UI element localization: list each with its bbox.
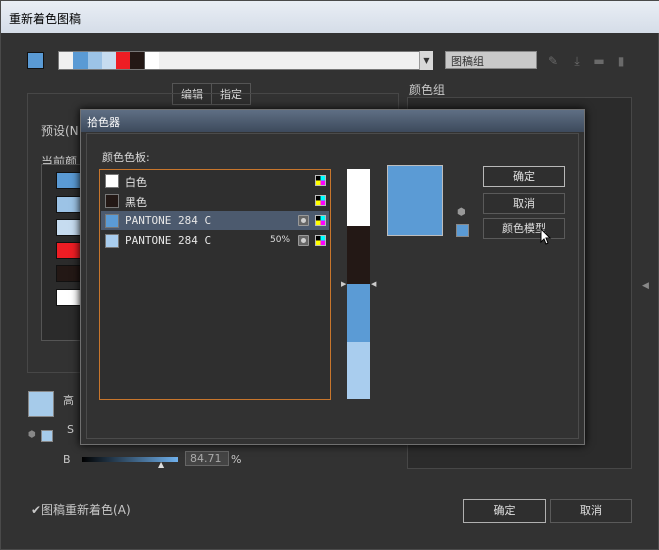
web-safe-swatch[interactable] bbox=[456, 224, 469, 237]
recolor-artwork-window: 重新着色图稿 ▼ 图稿组 ✎ ⤓ ▬ ▮ 编辑 指定 预设(N 当前颜 颜色组 ◀… bbox=[0, 0, 659, 550]
color-segment bbox=[88, 52, 102, 69]
color-segment bbox=[130, 52, 144, 69]
web-safe-swatch[interactable] bbox=[41, 430, 53, 442]
cmyk-icon bbox=[315, 235, 326, 246]
color-group-name-field[interactable]: 图稿组 bbox=[445, 51, 537, 69]
active-color-swatch[interactable] bbox=[27, 52, 44, 69]
tint-left-marker-icon[interactable]: ▶ bbox=[341, 280, 346, 288]
color-preview bbox=[387, 165, 443, 236]
color-groups-label: 颜色组 bbox=[409, 83, 446, 97]
color-segment bbox=[116, 52, 130, 69]
collapse-arrow-icon[interactable]: ◀ bbox=[642, 281, 649, 291]
swatch-name: 白色 bbox=[125, 176, 147, 189]
title-bar: 重新着色图稿 bbox=[1, 1, 659, 33]
ok-button[interactable]: 确定 bbox=[463, 499, 546, 523]
folder-icon[interactable]: ▬ bbox=[592, 54, 606, 68]
selected-color-swatch[interactable] bbox=[28, 391, 54, 417]
s-label: S bbox=[67, 423, 74, 436]
cube-icon: ⬢ bbox=[457, 207, 466, 218]
slider-thumb-icon[interactable]: ▲ bbox=[158, 460, 164, 469]
recolor-artwork-checkbox[interactable]: ✔图稿重新着色(A) bbox=[31, 501, 131, 518]
eyedropper-icon[interactable]: ✎ bbox=[546, 54, 560, 68]
window-title: 重新着色图稿 bbox=[9, 12, 82, 26]
cmyk-icon bbox=[315, 195, 326, 206]
color-tint-bar[interactable]: ▶ ◀ bbox=[341, 169, 376, 399]
swatch-chip bbox=[105, 194, 119, 208]
list-item-selected[interactable]: PANTONE 284 C bbox=[101, 211, 329, 230]
list-item[interactable]: 白色 bbox=[101, 171, 329, 190]
preset-label: 预设(N bbox=[41, 124, 79, 138]
tint-right-marker-icon[interactable]: ◀ bbox=[371, 280, 376, 288]
brightness-value-field[interactable]: 84.71 bbox=[185, 451, 229, 466]
color-picker-dialog: 拾色器 颜色色板: 白色 黑色 PANTONE 284 C PANTONE 28… bbox=[80, 109, 585, 445]
h-label: 高 bbox=[63, 394, 74, 407]
swatch-name: 黑色 bbox=[125, 196, 147, 209]
ok-button[interactable]: 确定 bbox=[483, 166, 565, 187]
swatch-list: 白色 黑色 PANTONE 284 C PANTONE 284 C 50% bbox=[99, 169, 331, 400]
color-group-bar[interactable] bbox=[58, 51, 432, 70]
color-segment bbox=[102, 52, 116, 69]
swatch-chip bbox=[105, 214, 119, 228]
trash-icon[interactable]: ▮ bbox=[614, 54, 628, 68]
list-item[interactable]: PANTONE 284 C 50% bbox=[101, 231, 329, 250]
swatches-label: 颜色色板: bbox=[102, 151, 150, 164]
save-icon[interactable]: ⤓ bbox=[570, 54, 584, 68]
spot-color-icon bbox=[298, 215, 309, 226]
picker-title: 拾色器 bbox=[87, 116, 120, 129]
tint-value: 50% bbox=[270, 235, 291, 245]
mouse-cursor-icon bbox=[540, 228, 552, 245]
cancel-button[interactable]: 取消 bbox=[483, 193, 565, 214]
color-segment bbox=[73, 52, 88, 69]
chevron-down-icon[interactable]: ▼ bbox=[419, 51, 433, 70]
color-segment bbox=[144, 52, 159, 69]
swatch-chip bbox=[105, 174, 119, 188]
b-label: B bbox=[63, 453, 71, 466]
percent-unit: % bbox=[231, 453, 242, 466]
swatch-name: PANTONE 284 C bbox=[125, 234, 212, 247]
swatch-chip bbox=[105, 234, 119, 248]
picker-title-bar: 拾色器 bbox=[81, 110, 584, 132]
color-model-button[interactable]: 颜色模型 bbox=[483, 218, 565, 239]
cancel-button[interactable]: 取消 bbox=[550, 499, 632, 523]
list-item[interactable]: 黑色 bbox=[101, 191, 329, 210]
cmyk-icon bbox=[315, 175, 326, 186]
cmyk-icon bbox=[315, 215, 326, 226]
cube-icon: ⬢ bbox=[28, 430, 36, 440]
swatch-name: PANTONE 284 C bbox=[125, 214, 212, 227]
spot-color-icon bbox=[298, 235, 309, 246]
